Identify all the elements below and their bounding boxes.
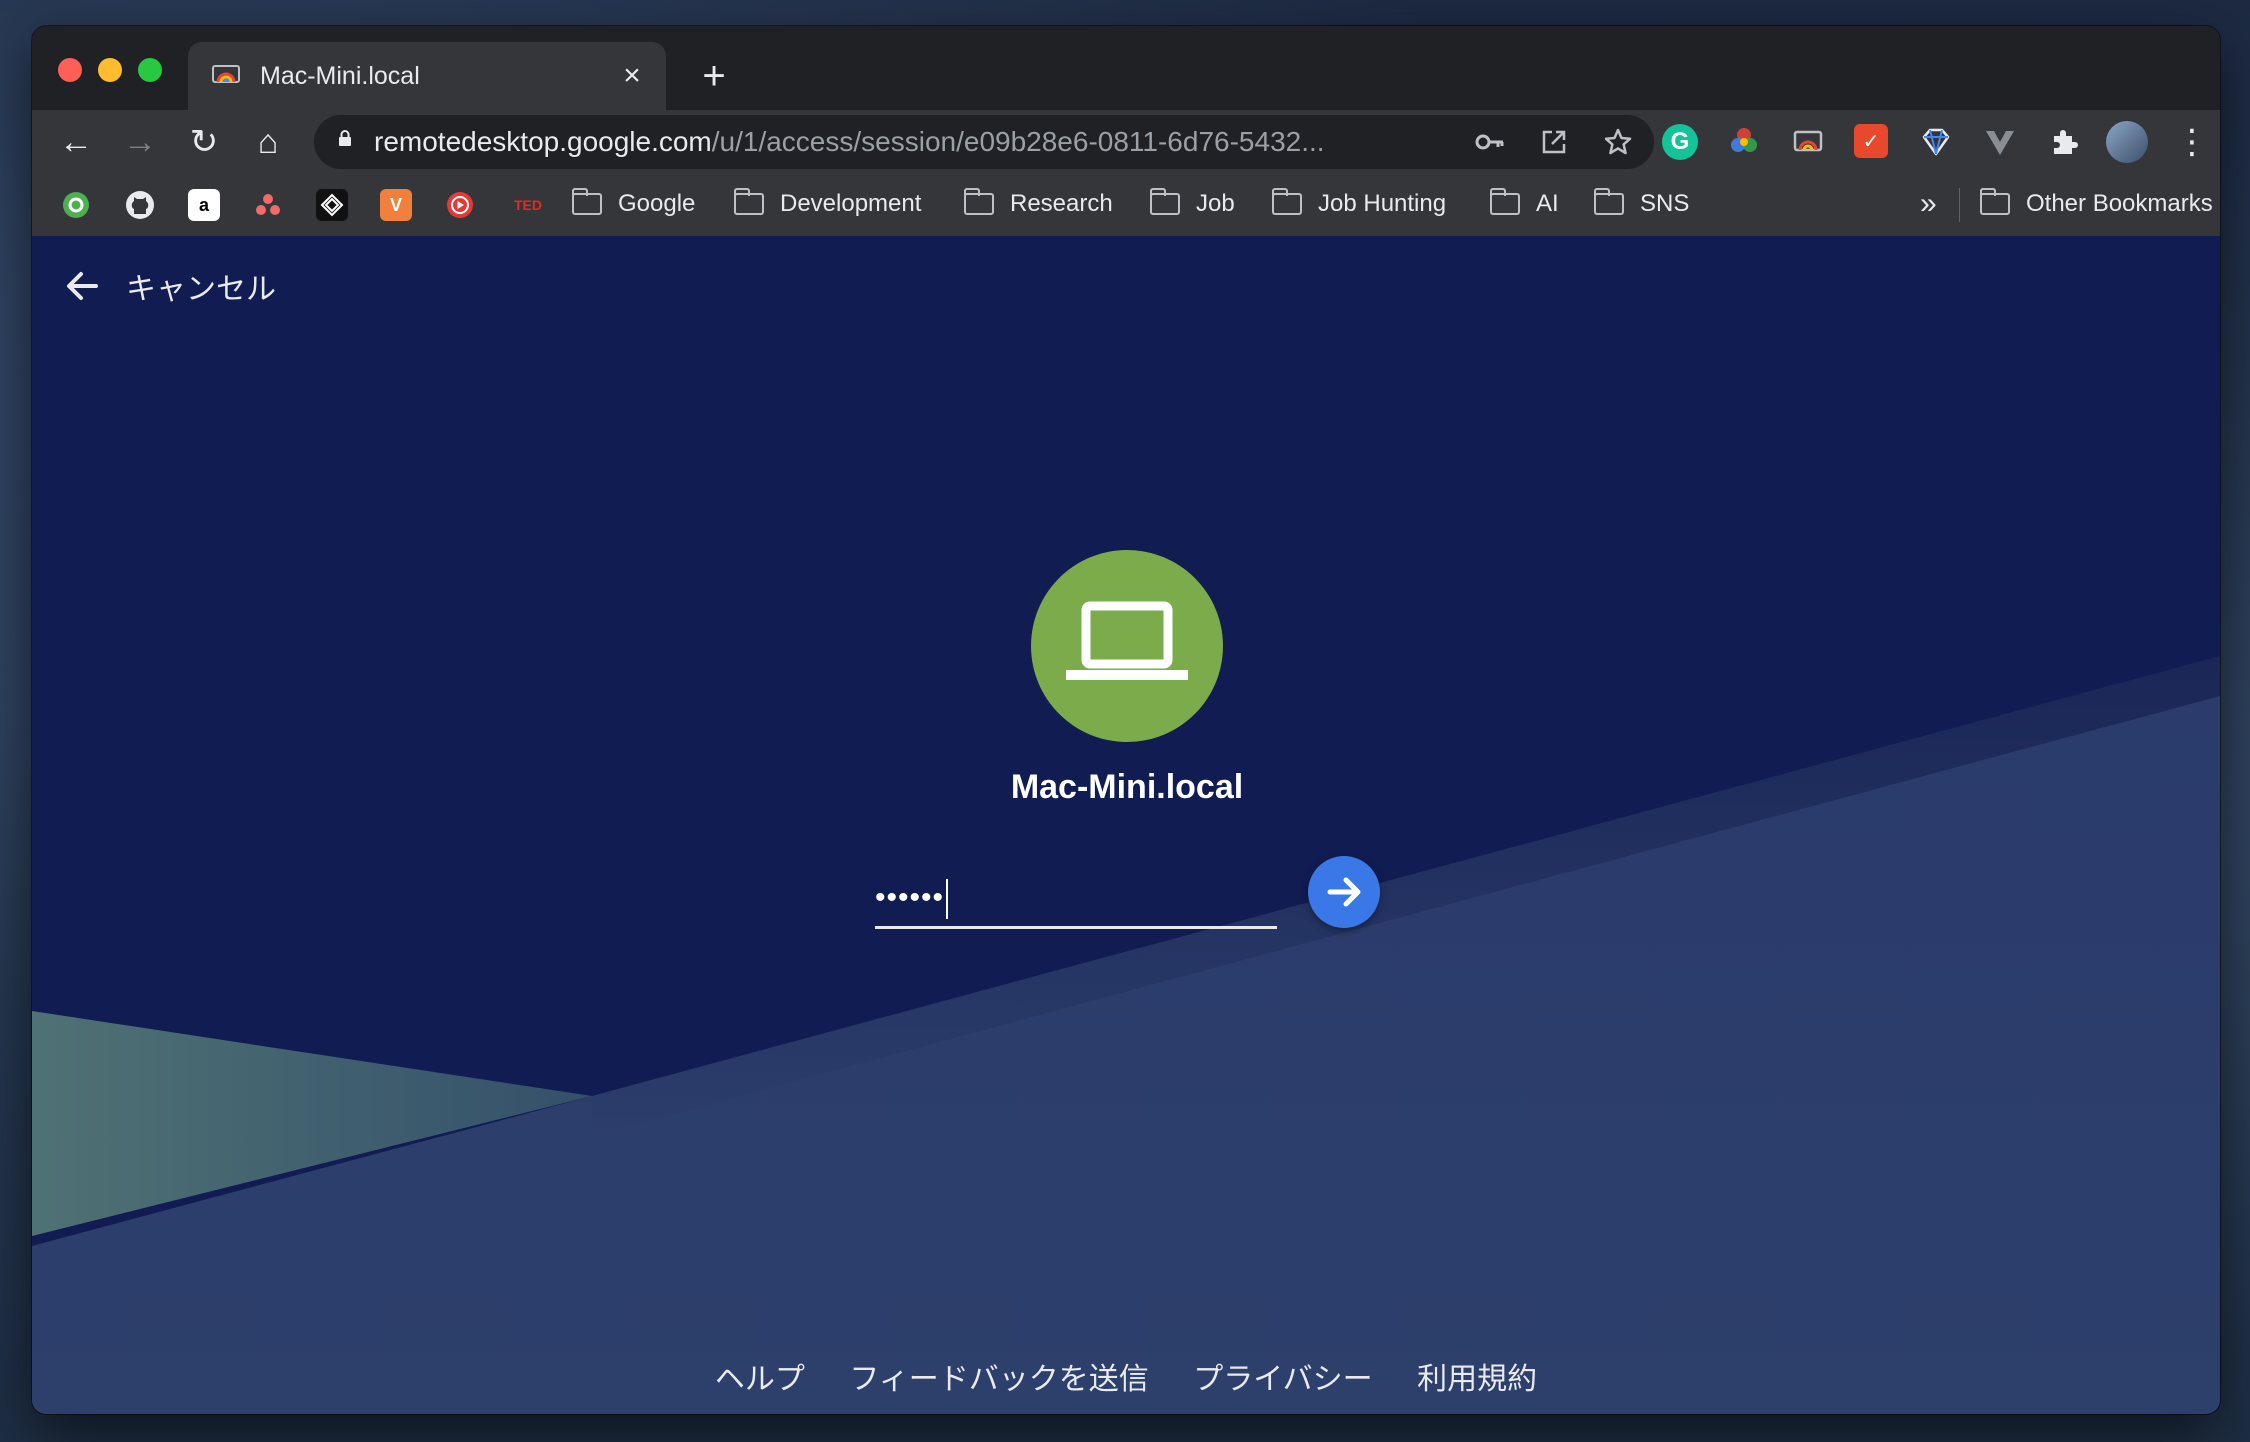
bookmark-folder-label: Google xyxy=(618,190,696,217)
folder-icon xyxy=(572,188,602,215)
bookmark-folder-label: Job Hunting xyxy=(1318,190,1447,217)
bookmark-asana-icon[interactable] xyxy=(252,189,284,221)
feedback-link[interactable]: フィードバックを送信 xyxy=(849,1362,1148,1397)
pin-input[interactable]: •••••• xyxy=(875,874,1277,929)
new-tab-button[interactable]: + xyxy=(692,56,736,100)
bookmarks-overflow-button[interactable]: » xyxy=(1920,186,1937,222)
bookmarks-separator xyxy=(1959,188,1960,222)
menu-icon[interactable]: ⋮ xyxy=(2172,122,2212,162)
forward-button[interactable]: → xyxy=(120,122,160,162)
bookmark-folder-development[interactable]: Development xyxy=(734,186,921,222)
bookmark-folder-research[interactable]: Research xyxy=(964,186,1113,222)
url-host: remotedesktop.google.com xyxy=(374,126,712,157)
cancel-label: キャンセル xyxy=(126,272,276,307)
key-icon[interactable] xyxy=(1474,126,1506,158)
bookmark-folder-label: Research xyxy=(1010,190,1113,217)
window-minimize-button[interactable] xyxy=(98,58,122,82)
bookmark-folder-ai[interactable]: AI xyxy=(1490,186,1559,222)
browser-toolbar: ← → ↻ ⌂ remotedesktop.google.com/u/1/acc… xyxy=(32,110,2220,174)
remote-desktop-extension-icon[interactable] xyxy=(1790,124,1826,160)
vue-devtools-extension-icon[interactable] xyxy=(1982,124,2018,160)
folder-icon xyxy=(1594,188,1624,215)
arrow-right-icon xyxy=(1327,877,1361,907)
bookmark-folder-label: Development xyxy=(780,190,922,217)
window-close-button[interactable] xyxy=(58,58,82,82)
footer-links: ヘルプ フィードバックを送信 プライバシー 利用規約 xyxy=(32,1354,2220,1398)
bookmark-green-circle-icon[interactable] xyxy=(60,189,92,221)
bookmark-orange-v-icon[interactable]: V xyxy=(380,189,412,221)
laptop-icon xyxy=(1066,601,1188,680)
bookmark-github-icon[interactable] xyxy=(124,189,156,221)
bookmark-folder-label: AI xyxy=(1536,190,1559,217)
window-maximize-button[interactable] xyxy=(138,58,162,82)
host-avatar xyxy=(1031,550,1223,742)
todoist-extension-icon[interactable]: ✓ xyxy=(1854,124,1888,158)
folder-icon xyxy=(1980,188,2010,215)
lock-icon xyxy=(339,130,351,146)
terms-link[interactable]: 利用規約 xyxy=(1417,1362,1537,1397)
remote-desktop-favicon-icon xyxy=(212,65,240,83)
page-background-graphic xyxy=(32,236,2220,1414)
color-picker-extension-icon[interactable] xyxy=(1726,124,1762,160)
bookmark-pattern-icon[interactable] xyxy=(316,189,348,221)
help-link[interactable]: ヘルプ xyxy=(715,1362,805,1397)
title-bar: Mac-Mini.local × + xyxy=(32,26,2220,110)
privacy-link[interactable]: プライバシー xyxy=(1193,1362,1372,1397)
tab-active[interactable]: Mac-Mini.local × xyxy=(188,42,666,110)
back-arrow-icon xyxy=(67,272,98,300)
back-button[interactable]: ← xyxy=(56,122,96,162)
folder-icon xyxy=(964,188,994,215)
bookmark-folder-job-hunting[interactable]: Job Hunting xyxy=(1272,186,1446,222)
url-path: /u/1/access/session/e09b28e6-0811-6d76-5… xyxy=(711,126,1325,157)
open-in-window-icon[interactable] xyxy=(1538,126,1570,158)
browser-window: Mac-Mini.local × + ← → ↻ ⌂ remotedesktop… xyxy=(32,26,2220,1414)
reload-button[interactable]: ↻ xyxy=(184,122,224,162)
bookmark-folder-google[interactable]: Google xyxy=(572,186,695,222)
grammarly-extension-icon[interactable]: G xyxy=(1662,124,1698,160)
folder-icon xyxy=(1150,188,1180,215)
folder-icon xyxy=(1490,188,1520,215)
cancel-link[interactable]: キャンセル xyxy=(62,264,276,308)
folder-icon xyxy=(734,188,764,215)
connect-button[interactable] xyxy=(1308,856,1380,928)
home-button[interactable]: ⌂ xyxy=(248,122,288,162)
bookmark-amazon-icon[interactable]: a xyxy=(188,189,220,221)
bookmark-youtube-icon[interactable] xyxy=(444,189,476,221)
bookmark-ted-icon[interactable]: TED xyxy=(508,189,548,221)
bookmark-folder-sns[interactable]: SNS xyxy=(1594,186,1689,222)
address-bar[interactable]: remotedesktop.google.com/u/1/access/sess… xyxy=(314,115,1654,169)
profile-avatar[interactable] xyxy=(2106,121,2148,163)
bookmark-folder-other[interactable]: Other Bookmarks xyxy=(1980,186,2213,222)
bookmark-folder-label: Other Bookmarks xyxy=(2026,190,2213,217)
url-text: remotedesktop.google.com/u/1/access/sess… xyxy=(374,125,1325,159)
text-caret xyxy=(946,879,949,920)
tab-close-icon[interactable]: × xyxy=(616,60,648,92)
bookmark-folder-label: Job xyxy=(1196,190,1235,217)
remote-desktop-page: キャンセル Mac-Mini.local •••••• ヘルプ フィードバックを… xyxy=(32,236,2220,1414)
folder-icon xyxy=(1272,188,1302,215)
bookmark-folder-label: SNS xyxy=(1640,190,1690,217)
bookmark-folder-job[interactable]: Job xyxy=(1150,186,1235,222)
bookmark-star-icon[interactable] xyxy=(1602,126,1634,158)
tab-title: Mac-Mini.local xyxy=(260,62,420,90)
host-name: Mac-Mini.local xyxy=(1010,768,1244,806)
puzzle-extensions-icon[interactable] xyxy=(2046,124,2082,160)
bookmarks-bar: a V TED Google Development Research Job … xyxy=(32,174,2220,237)
diamond-extension-icon[interactable] xyxy=(1918,124,1954,160)
pin-value: •••••• xyxy=(875,881,945,914)
